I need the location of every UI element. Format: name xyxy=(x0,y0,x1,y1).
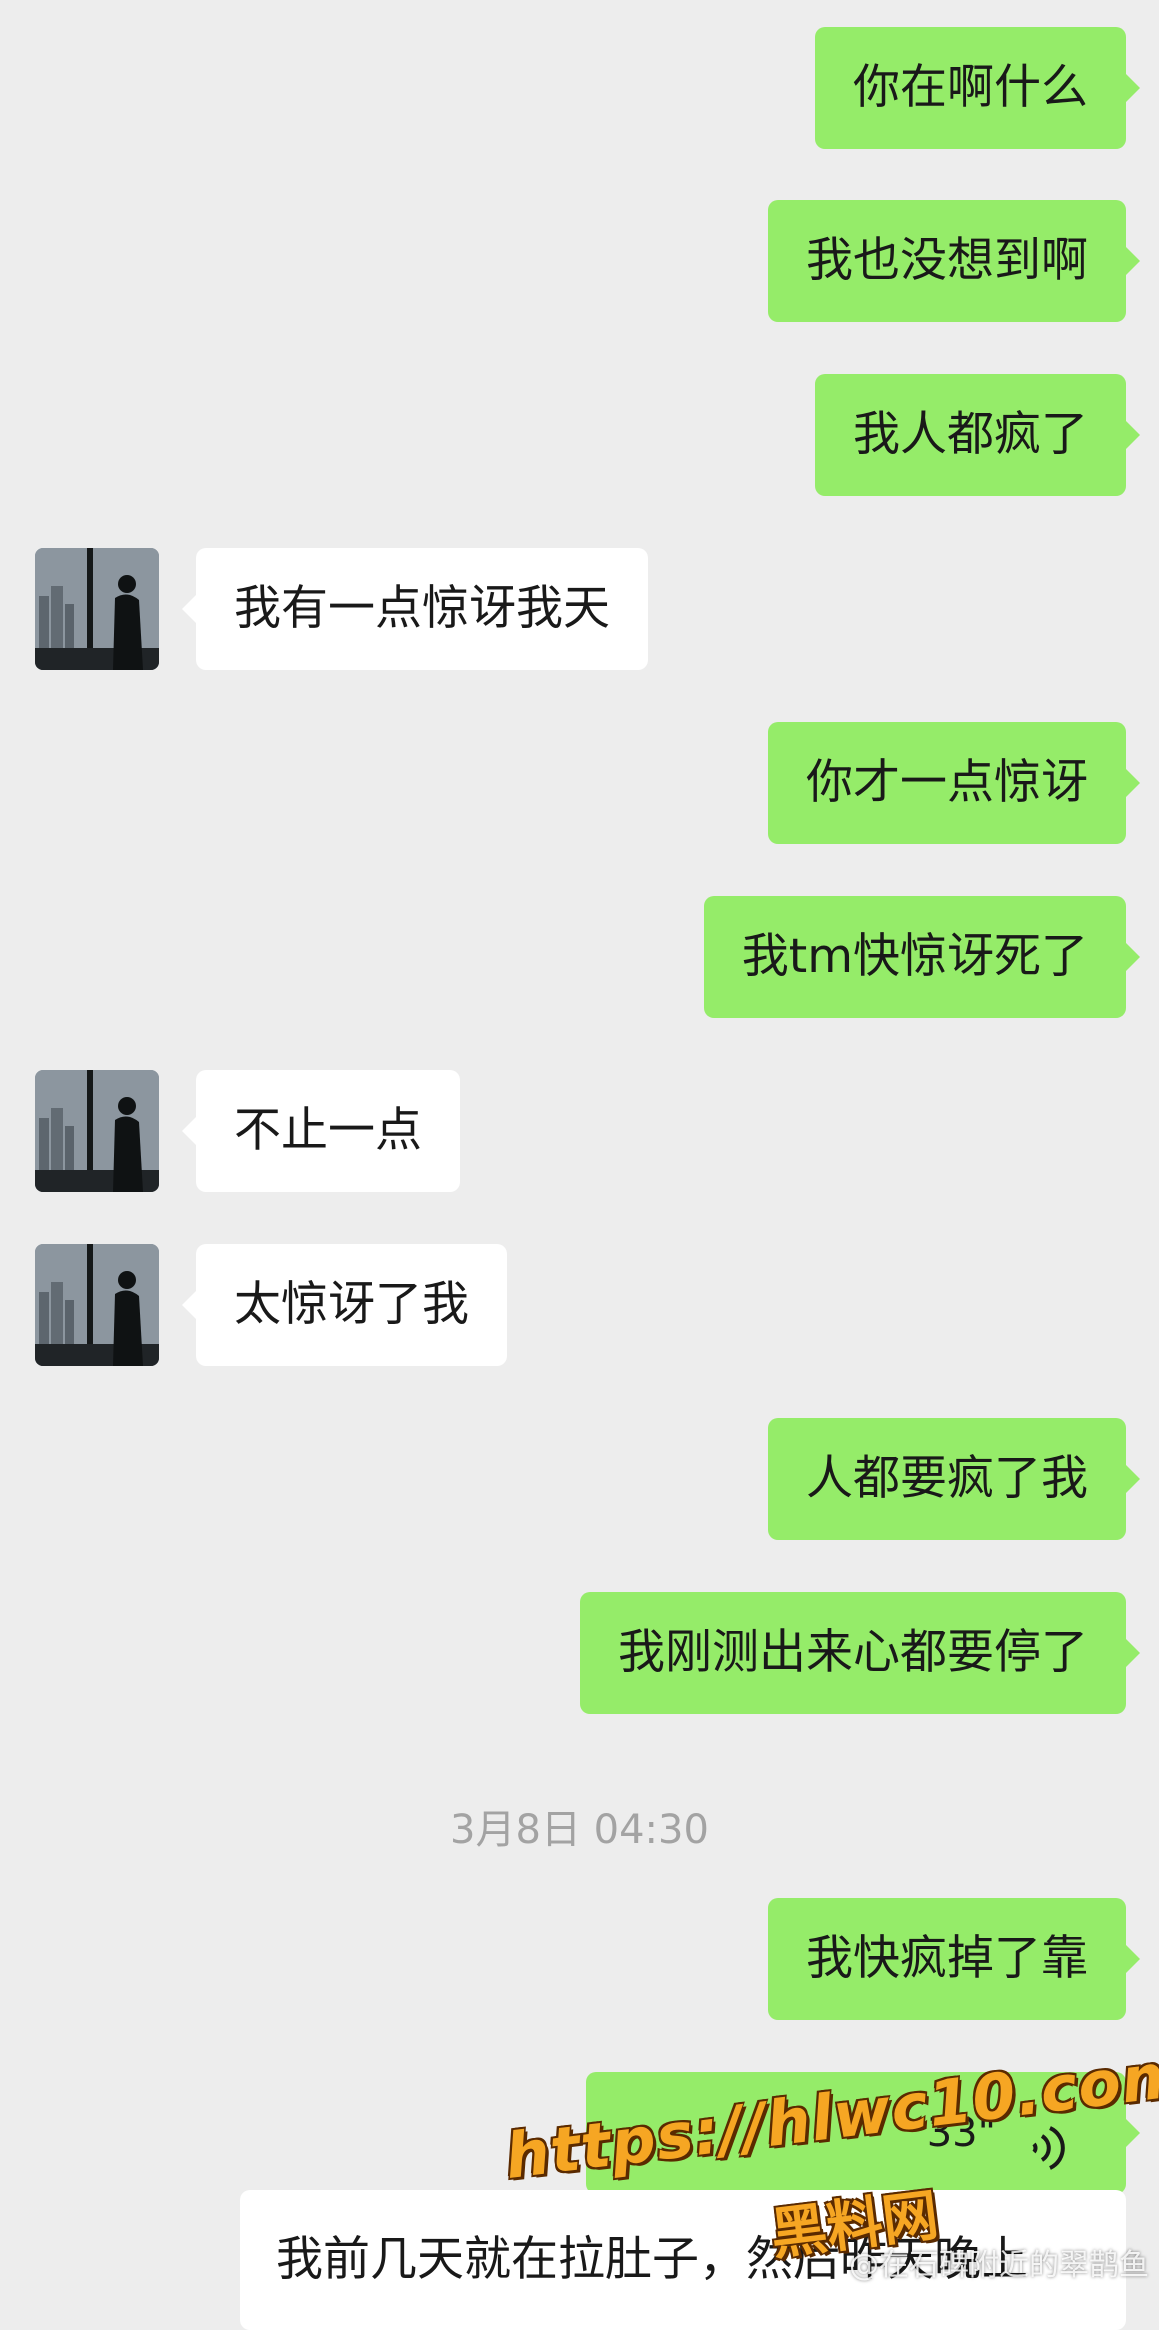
message-row: 你在啊什么 xyxy=(0,27,1159,149)
their-message-bubble[interactable]: 不止一点 xyxy=(182,1070,460,1192)
avatar-image xyxy=(35,1244,159,1366)
their-message-bubble[interactable]: 太惊讶了我 xyxy=(182,1244,507,1366)
my-message-bubble[interactable]: 我tm快惊讶死了 xyxy=(703,896,1141,1018)
message-row: 我有一点惊讶我天 xyxy=(0,548,1159,670)
their-message-bubble[interactable]: 我有一点惊讶我天 xyxy=(182,548,648,670)
my-message-bubble[interactable]: 我刚测出来心都要停了 xyxy=(580,1592,1140,1714)
message-row: 你才一点惊讶 xyxy=(0,722,1159,844)
message-row: 我人都疯了 xyxy=(0,374,1159,496)
contact-avatar[interactable] xyxy=(35,548,159,670)
message-row: 我刚测出来心都要停了 xyxy=(0,1592,1159,1714)
message-row: 我也没想到啊 xyxy=(0,200,1159,322)
my-message-bubble[interactable]: 你在啊什么 xyxy=(815,27,1140,149)
contact-avatar[interactable] xyxy=(35,1244,159,1366)
avatar-image xyxy=(35,548,159,670)
my-message-bubble[interactable]: 你才一点惊讶 xyxy=(768,722,1140,844)
message-row: 不止一点 xyxy=(0,1070,1159,1192)
my-message-bubble[interactable]: 我快疯掉了靠 xyxy=(768,1898,1140,2020)
message-row: 人都要疯了我 xyxy=(0,1418,1159,1540)
my-message-bubble[interactable]: 我人都疯了 xyxy=(815,374,1140,496)
my-message-bubble[interactable]: 我也没想到啊 xyxy=(768,200,1140,322)
watermark-handle: @在石碑附近的翠鹊鱼 xyxy=(849,2248,1149,2283)
avatar-image xyxy=(35,1070,159,1192)
contact-avatar[interactable] xyxy=(35,1070,159,1192)
my-message-bubble[interactable]: 人都要疯了我 xyxy=(768,1418,1140,1540)
message-row: 我tm快惊讶死了 xyxy=(0,896,1159,1018)
message-row: 我快疯掉了靠 xyxy=(0,1898,1159,2020)
message-row: 太惊讶了我 xyxy=(0,1244,1159,1366)
chat-timestamp: 3月8日 04:30 xyxy=(450,1807,709,1853)
